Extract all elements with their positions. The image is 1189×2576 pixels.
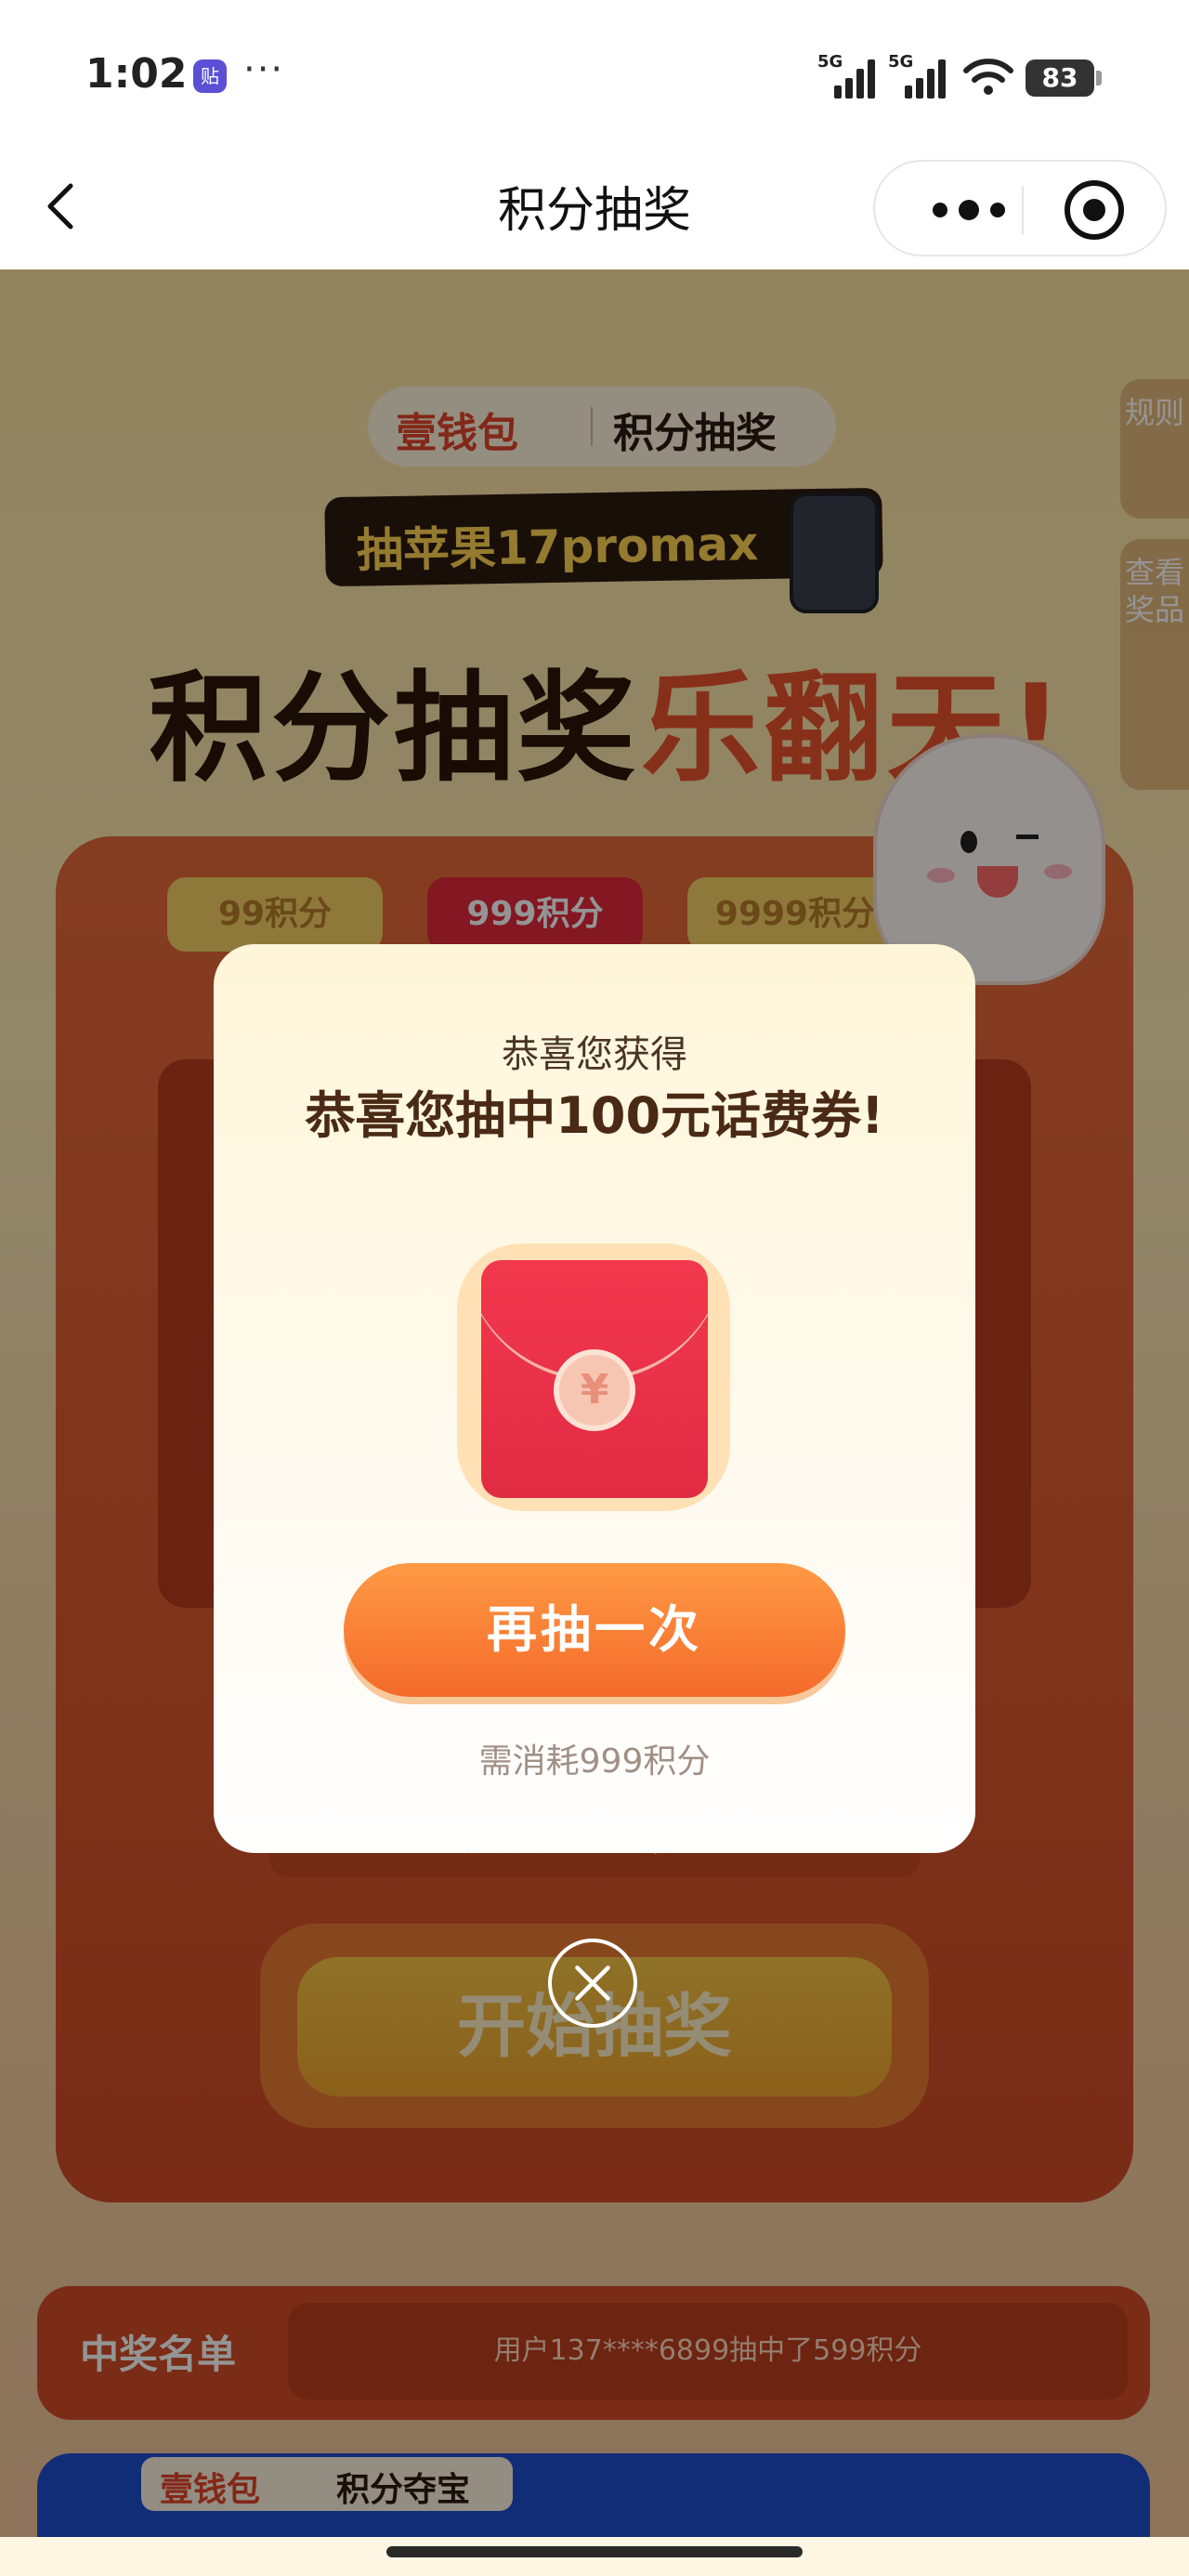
status-more-icon: ··· xyxy=(243,48,285,91)
cellular-signal-icon-2: 5G xyxy=(888,52,946,99)
signal-tag-2: 5G xyxy=(888,52,914,72)
red-envelope-icon: ¥ xyxy=(481,1260,708,1498)
yuan-coin-icon: ¥ xyxy=(554,1349,635,1431)
more-dots-icon[interactable] xyxy=(918,188,1020,232)
wifi-icon xyxy=(963,59,1013,95)
signal-tag: 5G xyxy=(817,52,843,72)
prize-dialog: 恭喜您获得 恭喜您抽中100元话费券! ¥ 再抽一次 需消耗999积分 xyxy=(214,944,975,1853)
dialog-message: 恭喜您抽中100元话费券! xyxy=(305,1086,884,1145)
dialog-subtitle: 恭喜您获得 xyxy=(502,1033,687,1076)
status-time: 1:02 xyxy=(85,50,188,98)
cellular-signal-icon: 5G xyxy=(817,52,875,99)
draw-again-button[interactable]: 再抽一次 xyxy=(344,1563,845,1697)
close-icon[interactable] xyxy=(548,1939,637,2028)
battery-tip xyxy=(1096,71,1102,85)
cost-note: 需消耗999积分 xyxy=(478,1742,711,1781)
battery-indicator: 83 xyxy=(1026,59,1094,97)
app-notification-icon: 贴 xyxy=(193,59,227,93)
capsule-divider xyxy=(1022,186,1024,234)
navigation-bar: 积分抽奖 xyxy=(0,149,1189,269)
home-indicator xyxy=(386,2546,803,2557)
status-bar: 1:02 贴 ··· 5G 5G 83 xyxy=(0,0,1189,149)
mini-program-capsule xyxy=(873,160,1167,256)
target-icon[interactable] xyxy=(1065,180,1124,240)
